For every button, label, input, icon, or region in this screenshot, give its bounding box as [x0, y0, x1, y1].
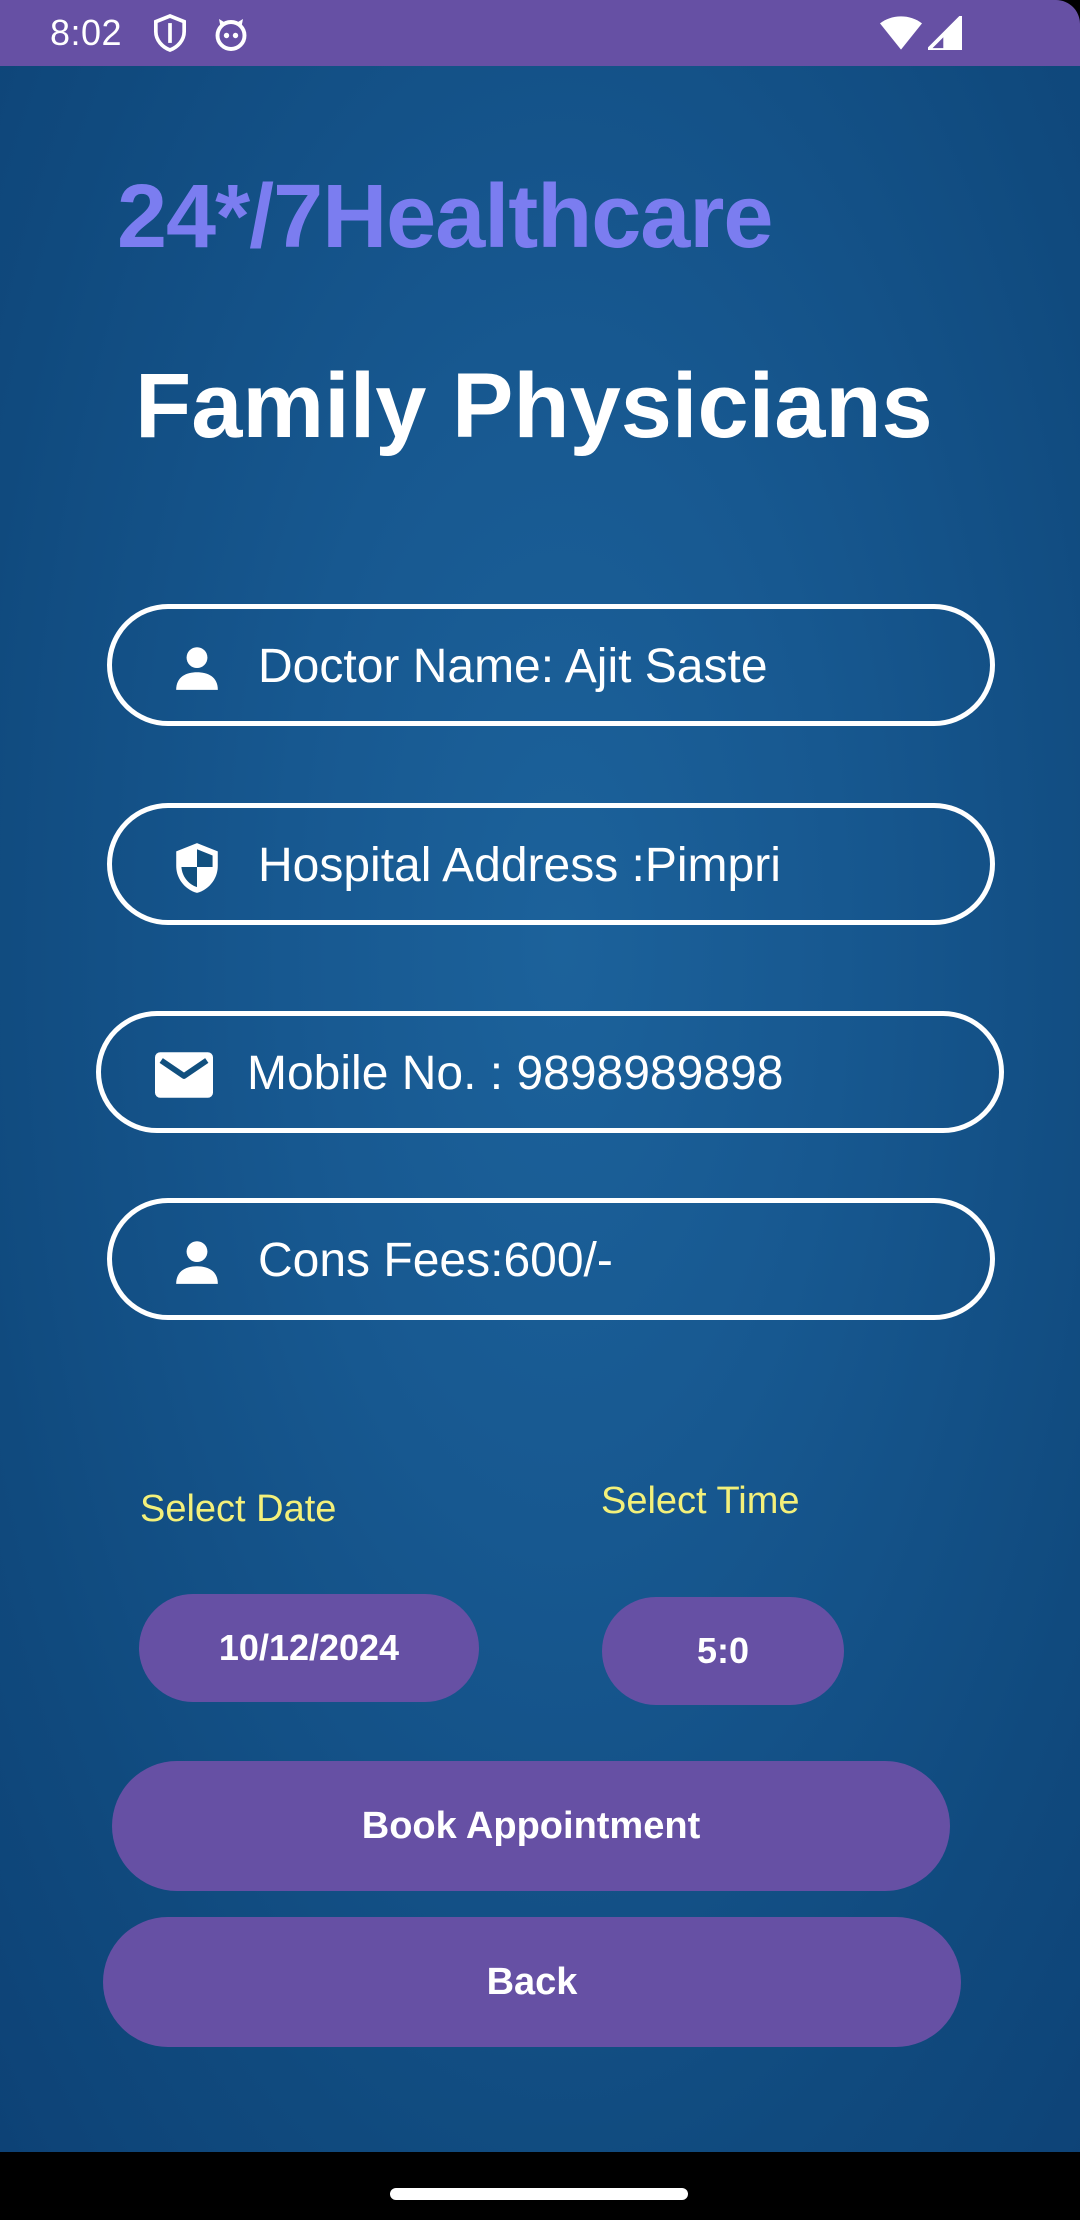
shield-icon [153, 14, 187, 57]
back-button[interactable]: Back [103, 1917, 961, 2047]
shield-icon [172, 841, 222, 893]
home-handle[interactable] [390, 2188, 688, 2200]
mobile-number-text: Mobile No. : 9898989898 [247, 1047, 784, 1100]
wifi-icon [880, 16, 922, 55]
select-date-label: Select Date [140, 1488, 337, 1530]
time-picker-button[interactable]: 5:0 [602, 1597, 844, 1705]
hospital-address-field[interactable]: Hospital Address :Pimpri [107, 803, 995, 925]
doctor-name-text: Doctor Name: Ajit Saste [258, 640, 768, 693]
main-content: 24*/7Healthcare Family Physicians Doctor… [0, 66, 1080, 2152]
mobile-number-field[interactable]: Mobile No. : 9898989898 [96, 1011, 1004, 1133]
app-title: 24*/7Healthcare [117, 167, 773, 267]
status-bar: 8:02 [0, 0, 1080, 66]
person-icon [172, 1236, 222, 1286]
date-picker-button[interactable]: 10/12/2024 [139, 1594, 479, 1702]
mail-icon [155, 1052, 213, 1102]
app-face-icon [213, 16, 249, 57]
select-time-label: Select Time [601, 1480, 800, 1522]
status-time: 8:02 [50, 12, 123, 53]
doctor-name-field[interactable]: Doctor Name: Ajit Saste [107, 604, 995, 726]
signal-icon [926, 14, 964, 55]
book-appointment-button[interactable]: Book Appointment [112, 1761, 950, 1891]
navigation-bar [0, 2152, 1080, 2220]
page-title: Family Physicians [135, 355, 933, 457]
consultation-fees-text: Cons Fees:600/- [258, 1234, 613, 1287]
person-icon [172, 642, 222, 692]
consultation-fees-field[interactable]: Cons Fees:600/- [107, 1198, 995, 1320]
hospital-address-text: Hospital Address :Pimpri [258, 839, 781, 892]
app-screen: 8:02 24*/7Healthcare Family Physicians D… [0, 0, 1080, 2220]
